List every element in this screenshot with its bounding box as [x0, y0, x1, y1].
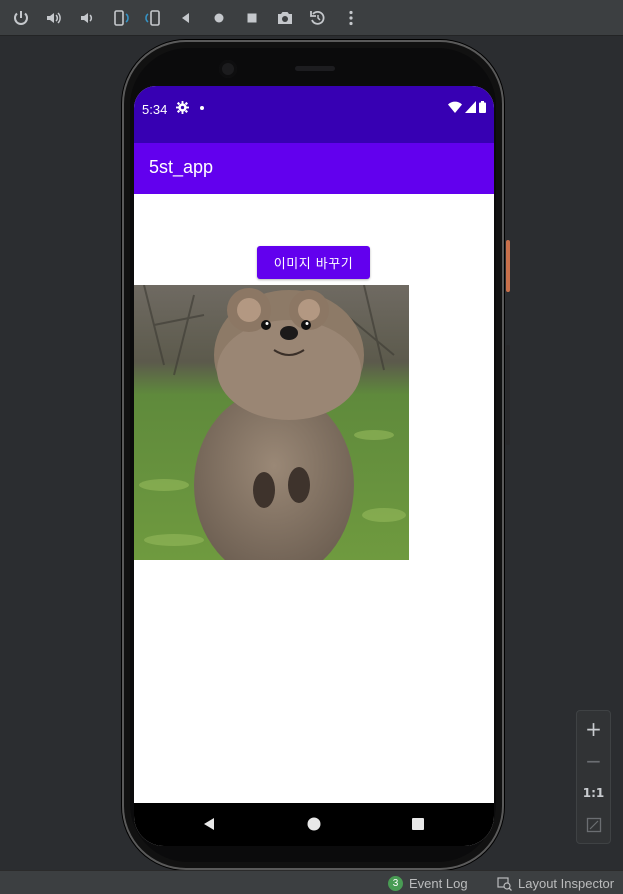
device-screen: 5:34 5st_app 이미지 바꾸기 [134, 86, 494, 846]
layout-inspector-label: Layout Inspector [518, 876, 615, 891]
back-button[interactable] [169, 3, 202, 33]
app-content: 이미지 바꾸기 [134, 194, 494, 803]
status-icons [448, 101, 486, 113]
navigation-bar [134, 803, 494, 846]
status-bar: 5:34 [134, 86, 494, 143]
more-button[interactable] [334, 3, 367, 33]
rotate-left-icon [113, 9, 129, 26]
zoom-one-to-one-button[interactable]: 1:1 [577, 777, 610, 809]
layout-inspector-icon [497, 876, 512, 891]
camera-icon [277, 11, 292, 24]
app-title: 5st_app [149, 157, 214, 177]
layout-inspector-button[interactable]: Layout Inspector [497, 876, 614, 891]
wifi-icon [448, 101, 462, 113]
quokka-image [134, 285, 409, 560]
rotate-right-button[interactable] [136, 3, 169, 33]
zoom-panel: + − 1:1 [576, 710, 611, 844]
cell-signal-icon [465, 101, 476, 113]
earpiece-speaker [295, 66, 335, 71]
volume-down-icon [80, 12, 92, 23]
event-log-label: Event Log [409, 876, 468, 891]
rotate-left-button[interactable] [103, 3, 136, 33]
power-side-button[interactable] [506, 240, 510, 292]
snapshot-icon [309, 10, 324, 25]
home-button[interactable] [202, 3, 235, 33]
nav-recents-icon[interactable] [410, 816, 426, 832]
rotate-right-icon [144, 9, 160, 26]
change-image-button[interactable]: 이미지 바꾸기 [257, 246, 370, 279]
ide-status-bar: 3 Event Log Layout Inspector [0, 870, 623, 894]
nav-back-icon[interactable] [201, 816, 217, 832]
volume-up-icon [46, 11, 61, 24]
home-icon [214, 13, 223, 22]
event-log-button[interactable]: 3 Event Log [388, 876, 468, 891]
settings-gear-icon [176, 101, 189, 114]
back-icon [181, 12, 189, 23]
quokka-photo [134, 285, 409, 560]
nav-home-icon[interactable] [306, 816, 322, 832]
fit-screen-icon [586, 817, 601, 833]
volume-down-button[interactable] [70, 3, 103, 33]
snapshot-button[interactable] [301, 3, 334, 33]
battery-icon [479, 101, 486, 113]
power-button[interactable] [4, 3, 37, 33]
front-camera [219, 60, 237, 78]
power-icon [13, 10, 28, 25]
zoom-in-button[interactable]: + [577, 713, 610, 745]
app-bar: 5st_app [134, 143, 494, 194]
overview-button[interactable] [235, 3, 268, 33]
overview-icon [247, 13, 256, 22]
volume-up-button[interactable] [37, 3, 70, 33]
zoom-out-button[interactable]: − [577, 745, 610, 777]
status-time: 5:34 [142, 102, 168, 117]
emulator-toolbar [0, 0, 623, 36]
notification-dot-icon [200, 106, 204, 110]
zoom-fit-button[interactable] [577, 809, 610, 841]
more-icon [348, 10, 353, 25]
volume-side-button[interactable] [506, 345, 510, 445]
event-log-badge: 3 [388, 876, 403, 891]
screenshot-button[interactable] [268, 3, 301, 33]
